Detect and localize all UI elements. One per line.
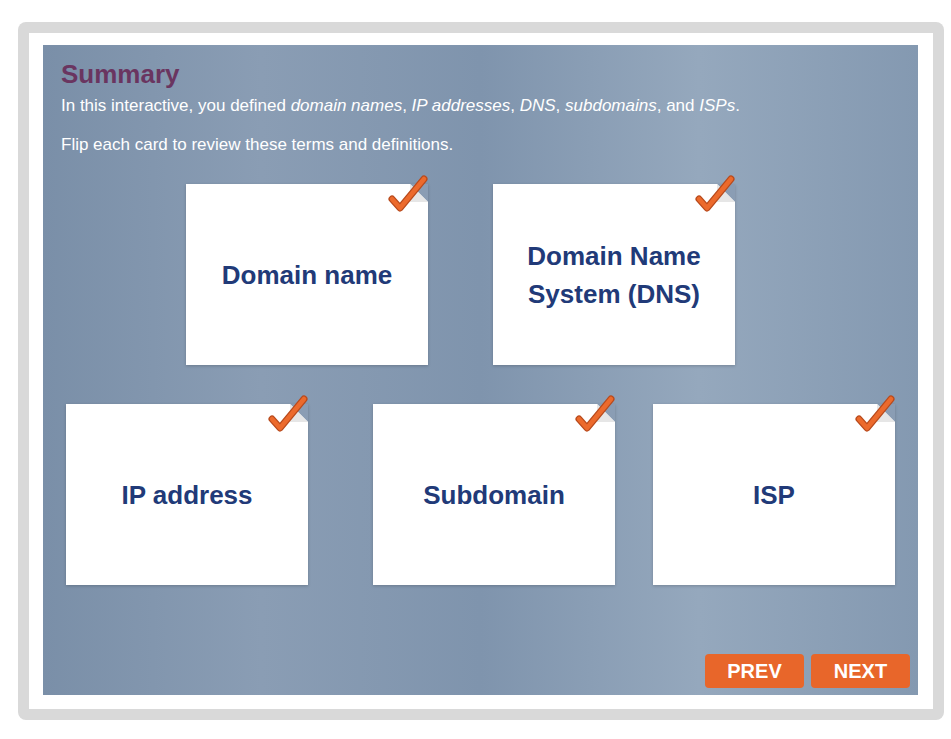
summary-panel: Summary In this interactive, you defined … [43,45,918,695]
card-label: Domain name [222,256,393,294]
intro-segment: . [735,96,740,115]
card-label: ISP [753,476,795,514]
intro-segment: IP addresses [412,96,511,115]
summary-title: Summary [61,59,910,89]
check-icon [266,395,310,439]
intro-segment: , [402,96,411,115]
card-row: IP address Subdomain ISP [66,404,910,585]
spacer [61,585,910,654]
card-row: Domain name Domain Name System (DNS) [186,184,910,365]
check-icon [693,175,737,219]
intro-segment: In this interactive, you defined [61,96,291,115]
check-icon [573,395,617,439]
lesson-frame: Summary In this interactive, you defined … [18,22,944,720]
check-icon [853,395,897,439]
intro-segment: subdomains [565,96,657,115]
prev-button[interactable]: PREV [705,654,804,688]
term-card[interactable]: IP address [66,404,308,585]
nav-buttons: PREVNEXT [61,654,910,688]
hint-text: Flip each card to review these terms and… [61,134,910,156]
intro-segment: DNS [520,96,556,115]
next-button[interactable]: NEXT [811,654,910,688]
intro-segment: , [510,96,519,115]
term-card[interactable]: Subdomain [373,404,615,585]
intro-segment: domain names [291,96,403,115]
card-label: IP address [121,476,252,514]
term-card[interactable]: Domain name [186,184,428,365]
intro-segment: ISPs [699,96,735,115]
intro-segment: , and [657,96,700,115]
card-label: Domain Name System (DNS) [514,237,714,313]
intro-text: In this interactive, you defined domain … [61,95,910,117]
term-card[interactable]: Domain Name System (DNS) [493,184,735,365]
check-icon [386,175,430,219]
intro-segment: , [556,96,565,115]
lesson-inner: Summary In this interactive, you defined … [29,33,933,709]
card-label: Subdomain [423,476,565,514]
term-card[interactable]: ISP [653,404,895,585]
